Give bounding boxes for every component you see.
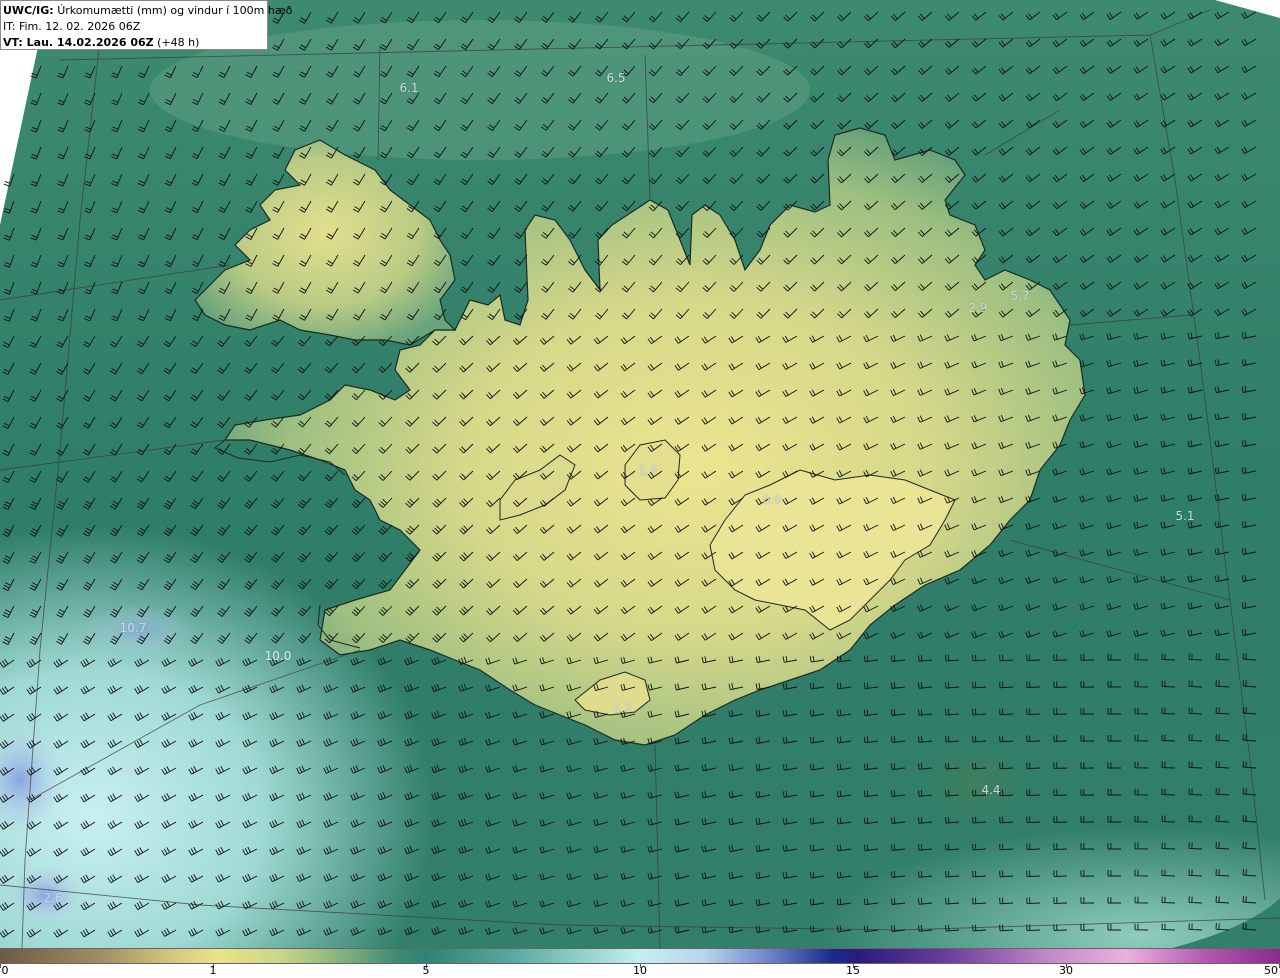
init-time: IT: Fim. 12. 02. 2026 06Z — [3, 20, 141, 33]
value-label: 2.3 — [612, 701, 632, 715]
value-label: 2.9 — [968, 301, 988, 315]
colorbar-label: 30 — [1059, 964, 1073, 977]
map-info-box: UWC/IG: Úrkomumætti (mm) og vindur í 100… — [0, 0, 292, 51]
colorbar-label: 15 — [846, 964, 860, 977]
precipitation-map[interactable]: 6.1 6.5 2.9 5.7 5.1 1.4 0.9 10.7 10.0 2.… — [0, 0, 1280, 948]
value-label: 6.5 — [606, 71, 626, 85]
value-label: 2.6 — [43, 891, 63, 905]
colorbar-label: 10 — [633, 964, 647, 977]
value-label: 0.9 — [762, 493, 782, 507]
model-name: UWC/IG: — [3, 4, 54, 17]
lead-time: (+48 h) — [157, 36, 200, 49]
eddy-southeast — [920, 745, 1030, 825]
value-label: 10.7 — [119, 621, 147, 635]
title-row: UWC/IG: Úrkomumætti (mm) og vindur í 100… — [3, 3, 292, 19]
colorbar-label: 0 — [1, 964, 9, 977]
colorbar-label: 50 — [1264, 964, 1278, 977]
colorbar-label: 5 — [422, 964, 430, 977]
precipitation-colorbar: 0 1 5 10 15 30 50 — [0, 948, 1280, 978]
valid-time-row: VT: Lau. 14.02.2026 06Z (+48 h) — [3, 35, 265, 51]
value-label: 5.1 — [1175, 509, 1195, 523]
value-label: 10.0 — [264, 649, 292, 663]
value-label: 6.1 — [399, 81, 419, 95]
colorbar-strip — [0, 948, 1280, 964]
value-label: 1.4 — [638, 463, 658, 477]
value-label: 4.4 — [981, 783, 1001, 797]
valid-time: VT: Lau. 14.02.2026 06Z — [3, 36, 154, 49]
value-label: 5.7 — [1010, 289, 1030, 303]
colorbar-label: 1 — [209, 964, 217, 977]
map-title: Úrkomumætti (mm) og vindur í 100m hæð — [57, 4, 293, 17]
